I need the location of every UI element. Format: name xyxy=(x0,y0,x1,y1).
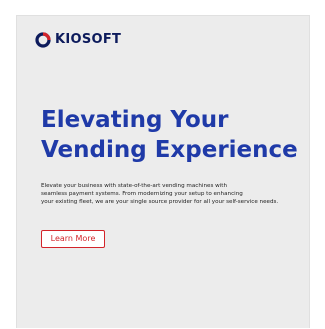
hero-card: KIOSOFT Elevating Your Vending Experienc… xyxy=(16,15,310,328)
hero-description-line: your existing fleet, we are your single … xyxy=(41,199,279,206)
hero-headline: Elevating Your Vending Experience xyxy=(41,105,311,165)
hero-headline-line: Elevating Your xyxy=(41,107,229,133)
hero-description-line: Elevate your business with state-of-the-… xyxy=(41,183,228,189)
learn-more-button[interactable]: Learn More xyxy=(41,230,105,248)
kiosoft-ring-icon xyxy=(35,32,51,48)
hero-headline-line: Vending Experience xyxy=(41,137,298,163)
brand-logo[interactable]: KIOSOFT xyxy=(35,32,121,48)
brand-name: KIOSOFT xyxy=(55,32,122,47)
hero-description-line: seamless payment systems. From modernizi… xyxy=(41,191,243,198)
hero-description: Elevate your business with state-of-the-… xyxy=(41,182,309,207)
